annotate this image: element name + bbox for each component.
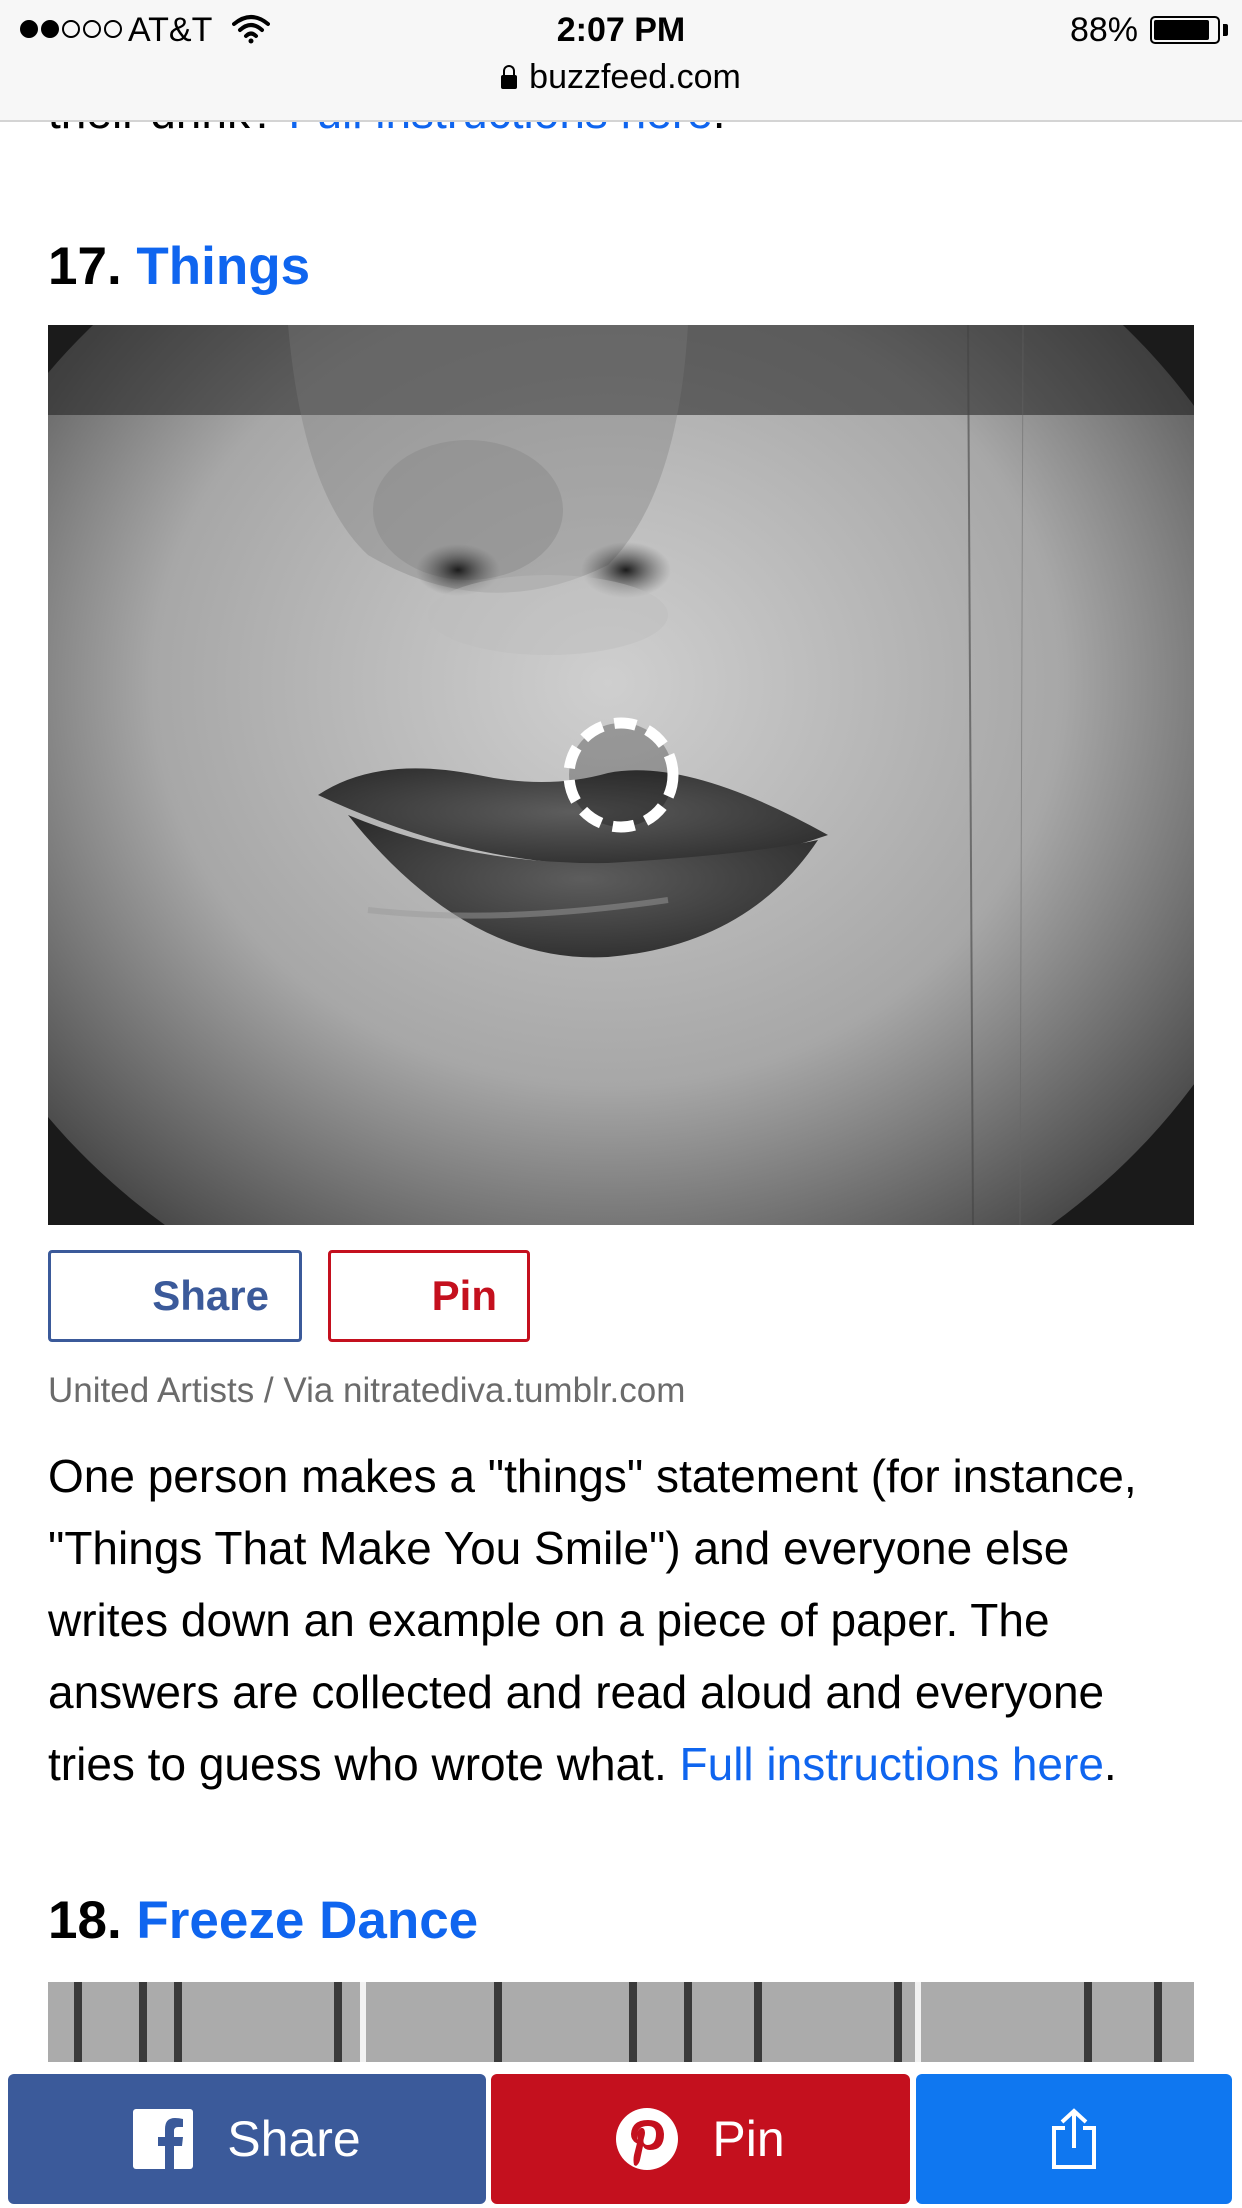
url-text: buzzfeed.com — [529, 58, 741, 96]
item-17-number: 17. — [48, 237, 122, 296]
description-line: answers are collected and read aloud and… — [48, 1666, 1105, 1718]
facebook-icon — [133, 2109, 194, 2169]
image-credit: United Artists / Via nitratediva.tumblr.… — [48, 1371, 686, 1410]
status-bar: AT&T 2:07 PM 88% buzzfeed.com — [0, 0, 1242, 122]
description-line: One person makes a "things" statement (f… — [48, 1450, 1137, 1502]
more-share-button[interactable] — [916, 2074, 1232, 2204]
item-17-share-button[interactable]: Share — [48, 1250, 302, 1342]
item-18-gif[interactable] — [48, 1982, 1194, 2062]
lock-icon — [501, 65, 518, 89]
item-18-heading: 18. Freeze Dance — [48, 1890, 478, 1951]
sticky-share-bar: Share Pin — [0, 2062, 1242, 2208]
item-17-share-buttons: Share Pin — [48, 1250, 530, 1342]
description-last-line: tries to guess who wrote what. Full inst… — [48, 1728, 1218, 1800]
item-17-pin-button[interactable]: Pin — [328, 1250, 530, 1342]
address-bar[interactable]: buzzfeed.com — [0, 58, 1242, 97]
full-instructions-link[interactable]: Full instructions here — [680, 1738, 1104, 1790]
battery-percentage: 88% — [1069, 11, 1138, 49]
item-18-title-link[interactable]: Freeze Dance — [136, 1891, 478, 1950]
battery-tip — [1223, 24, 1228, 36]
pinterest-pin-button[interactable]: Pin — [491, 2074, 910, 2204]
pinterest-pin-label: Pin — [712, 2111, 785, 2167]
description-line: writes down an example on a piece of pap… — [48, 1594, 1050, 1646]
facebook-share-button[interactable]: Share — [8, 2074, 486, 2204]
battery-level — [1154, 20, 1209, 40]
item-18-number: 18. — [48, 1891, 122, 1950]
status-time: 2:07 PM — [556, 11, 686, 49]
loading-spinner-icon — [563, 717, 679, 833]
item-17-description: One person makes a "things" statement (f… — [48, 1440, 1218, 1800]
description-period: . — [1103, 1738, 1117, 1790]
item-17-title-link[interactable]: Things — [136, 237, 310, 296]
description-line: "Things That Make You Smile") and everyo… — [48, 1522, 1070, 1574]
item-17-gif[interactable] — [48, 325, 1194, 1225]
pinterest-icon — [616, 2108, 679, 2170]
facebook-share-label: Share — [227, 2111, 361, 2167]
item-17-heading: 17. Things — [48, 236, 310, 297]
item-18-photo-preview — [48, 1982, 1194, 2062]
battery-icon — [1150, 16, 1220, 44]
description-last-text: tries to guess who wrote what. — [48, 1738, 680, 1790]
share-out-icon — [1052, 2108, 1096, 2169]
